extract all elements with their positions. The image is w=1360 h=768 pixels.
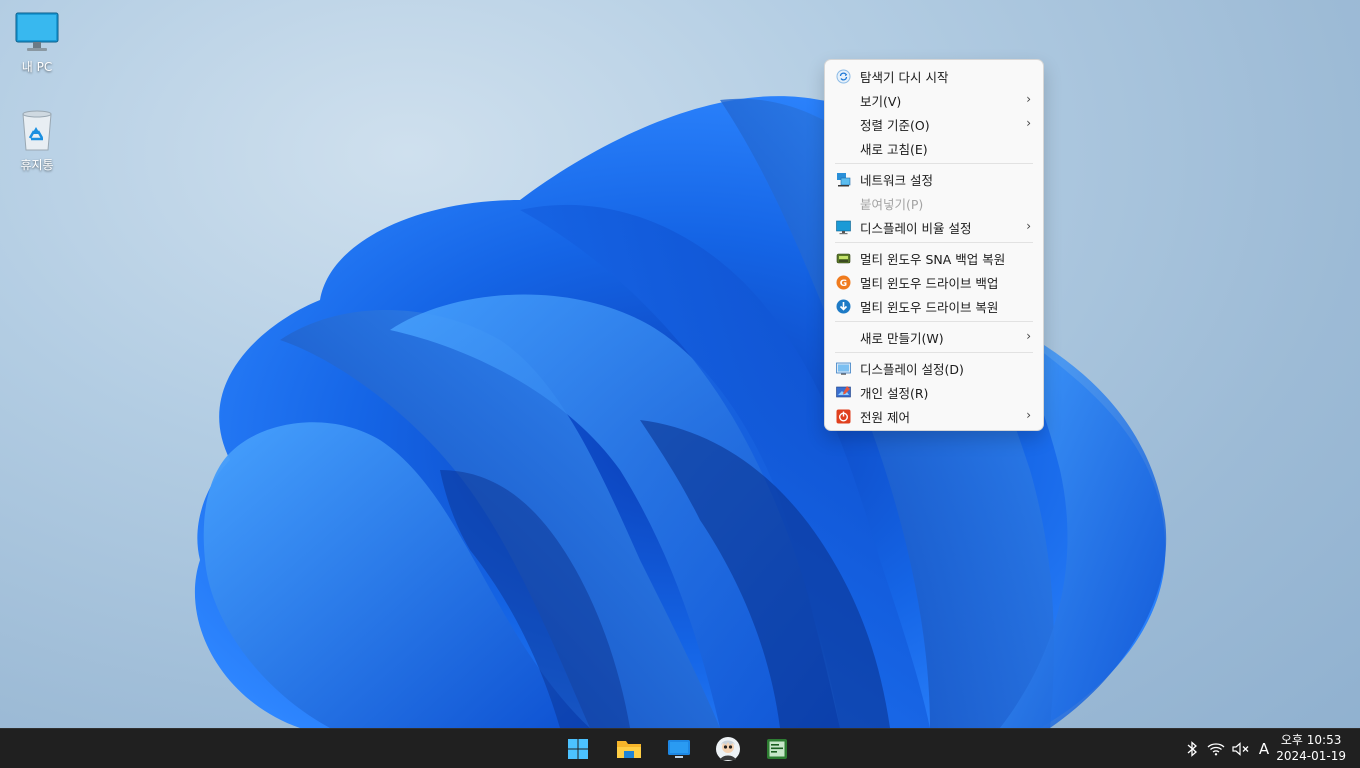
menu-item-display-scale[interactable]: 디스플레이 비율 설정 ›: [825, 215, 1043, 239]
menu-item-sna-backup-restore[interactable]: 멀티 윈도우 SNA 백업 복원: [825, 246, 1043, 270]
chevron-right-icon: ›: [1026, 92, 1031, 106]
file-explorer-icon: [617, 741, 641, 758]
menu-item-label: 네트워크 설정: [860, 172, 933, 188]
menu-item-label: 새로 만들기(W): [860, 330, 944, 346]
desktop-icon-recycle-bin[interactable]: 휴지통: [0, 108, 74, 173]
desktop-icon-this-pc[interactable]: 내 PC: [0, 10, 74, 75]
menu-item-new[interactable]: 새로 만들기(W) ›: [825, 325, 1043, 349]
chevron-right-icon: ›: [1026, 408, 1031, 422]
menu-item-sort-by[interactable]: 정렬 기준(O) ›: [825, 112, 1043, 136]
menu-item-label: 멀티 윈도우 드라이브 백업: [860, 275, 999, 291]
recycle-bin-icon: [22, 110, 52, 151]
taskbar-terminal[interactable]: [762, 735, 792, 763]
menu-item-display-settings[interactable]: 디스플레이 설정(D): [825, 356, 1043, 380]
personalize-icon: [836, 386, 851, 398]
menu-item-label: 새로 고침(E): [860, 141, 928, 157]
wifi-icon[interactable]: [1207, 740, 1225, 758]
power-icon: [836, 409, 851, 424]
menu-item-paste[interactable]: 붙여넣기(P): [825, 191, 1043, 215]
desktop-icon-label: 내 PC: [21, 60, 53, 74]
menu-item-label: 디스플레이 설정(D): [860, 361, 964, 377]
drive-icon: [836, 253, 851, 264]
refresh-icon: [836, 69, 851, 84]
menu-separator: [835, 352, 1033, 353]
start-icon: [568, 739, 588, 759]
chevron-right-icon: ›: [1026, 329, 1031, 343]
bluetooth-icon[interactable]: [1183, 740, 1201, 758]
menu-item-label: 멀티 윈도우 SNA 백업 복원: [860, 251, 1006, 267]
start-button[interactable]: [563, 735, 593, 763]
menu-separator: [835, 163, 1033, 164]
menu-item-power-control[interactable]: 전원 제어 ›: [825, 404, 1043, 428]
network-icon: [837, 173, 851, 187]
desktop-icon-label: 휴지통: [20, 158, 54, 172]
menu-item-personalize[interactable]: 개인 설정(R): [825, 380, 1043, 404]
menu-item-label: 정렬 기준(O): [860, 117, 930, 133]
menu-item-label: 개인 설정(R): [860, 385, 929, 401]
monitor-icon: [836, 220, 851, 235]
monitor-icon: [15, 12, 59, 51]
chevron-right-icon: ›: [1026, 116, 1031, 130]
menu-separator: [835, 321, 1033, 322]
menu-item-network-settings[interactable]: 네트워크 설정: [825, 167, 1043, 191]
menu-item-refresh[interactable]: 새로 고침(E): [825, 136, 1043, 160]
volume-muted-icon[interactable]: [1232, 740, 1250, 758]
ime-indicator[interactable]: A: [1255, 740, 1273, 758]
menu-item-view[interactable]: 보기(V) ›: [825, 88, 1043, 112]
user-avatar-icon: [716, 737, 740, 761]
menu-item-label: 멀티 윈도우 드라이브 복원: [860, 299, 999, 315]
display-settings-icon: [836, 362, 851, 375]
taskbar-file-explorer[interactable]: [614, 735, 644, 763]
taskbar-user-app[interactable]: [713, 735, 743, 763]
menu-item-label: 붙여넣기(P): [860, 196, 924, 212]
menu-item-label: 전원 제어: [860, 409, 910, 425]
clock-time: 오후 10:53: [1280, 733, 1342, 747]
menu-item-label: 탐색기 다시 시작: [860, 69, 949, 85]
svg-text:G: G: [840, 279, 847, 289]
taskbar-remote-desktop[interactable]: [664, 735, 694, 763]
backup-icon: G: [836, 275, 851, 290]
clock-date: 2024-01-19: [1276, 749, 1346, 763]
restore-icon: [836, 299, 851, 314]
terminal-icon: [767, 739, 787, 759]
desktop-context-menu: 탐색기 다시 시작 보기(V) › 정렬 기준(O) › 새로 고침(E) 네트…: [824, 59, 1044, 431]
taskbar: A 오후 10:53 2024-01-19: [0, 728, 1360, 768]
menu-item-label: 디스플레이 비율 설정: [860, 220, 972, 236]
chevron-right-icon: ›: [1026, 219, 1031, 233]
menu-item-drive-restore[interactable]: 멀티 윈도우 드라이브 복원: [825, 294, 1043, 318]
taskbar-clock[interactable]: 오후 10:53 2024-01-19: [1276, 732, 1346, 764]
desktop-wallpaper: [0, 0, 1360, 728]
menu-item-label: 보기(V): [860, 93, 902, 109]
menu-separator: [835, 242, 1033, 243]
menu-item-restart-explorer[interactable]: 탐색기 다시 시작: [825, 64, 1043, 88]
menu-item-drive-backup[interactable]: G 멀티 윈도우 드라이브 백업: [825, 270, 1043, 294]
bloom-wallpaper-graphic: [194, 96, 1167, 728]
remote-desktop-icon: [668, 740, 690, 758]
